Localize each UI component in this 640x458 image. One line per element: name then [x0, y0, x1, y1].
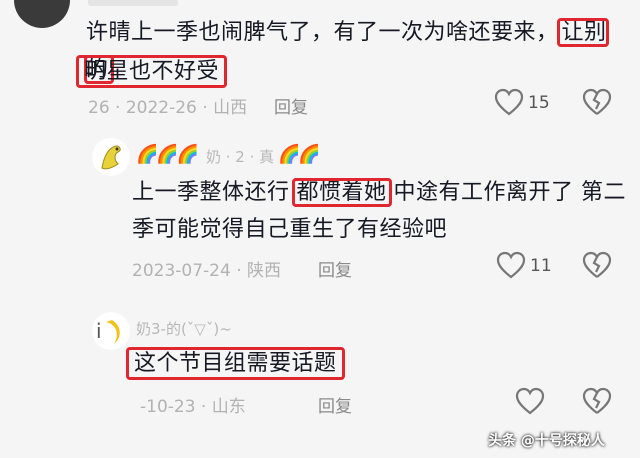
- comment-text-plain: 中途有工作离开了 第二: [393, 180, 627, 205]
- heart-outline-icon[interactable]: [515, 387, 545, 415]
- highlight-box: 都惯着她: [291, 178, 392, 207]
- comment-text: 这个节目组需要话题: [126, 345, 345, 382]
- highlight-box: 明星也不好受: [75, 55, 228, 88]
- username: 奶3-的(ˇ▽ˇ)~: [136, 320, 232, 338]
- avatar[interactable]: i: [92, 312, 130, 350]
- reply-button[interactable]: 回复: [318, 392, 352, 417]
- comment-text-line2: 明星也不好受: [75, 53, 228, 90]
- like-count: 15: [528, 93, 550, 113]
- comment-date: 2023-07-24 · 陕西: [132, 261, 282, 281]
- reply-button[interactable]: 回复: [318, 256, 352, 281]
- rainbow-emoji-icon: 🌈🌈: [278, 144, 321, 165]
- svg-text:i: i: [96, 319, 102, 343]
- broken-heart-icon[interactable]: [582, 387, 612, 415]
- comment-text: 上一季整体还行 都惯着她 中途有工作离开了 第二: [132, 174, 632, 211]
- broken-heart-icon[interactable]: [582, 88, 612, 116]
- username: 奶 · 2 · 真: [206, 148, 275, 166]
- like-count: 11: [530, 256, 552, 276]
- heart-outline-icon[interactable]: [494, 88, 524, 116]
- broken-heart-icon[interactable]: [582, 251, 612, 279]
- comment-text-plain: 上一季整体还行: [132, 180, 290, 205]
- comment-date: -10-23 · 山东: [140, 397, 246, 417]
- comment-text-line2: 季可能觉得自己重生了有经验吧: [132, 217, 448, 242]
- avatar[interactable]: [14, 0, 70, 28]
- avatar[interactable]: [92, 138, 130, 176]
- highlight-box: 这个节目组需要话题: [126, 347, 345, 380]
- comment-text-plain: 许晴上一季也闹脾气了，有了一次为啥还要来，: [86, 20, 559, 45]
- heart-outline-icon[interactable]: [496, 251, 526, 279]
- watermark: 头条 @十号探秘人: [488, 433, 605, 449]
- rainbow-emoji-icon: 🌈🌈🌈: [136, 144, 199, 165]
- reply-button[interactable]: 回复: [274, 93, 308, 118]
- comment-date: 26 · 2022-26 · 山西: [88, 98, 248, 118]
- username-fragment: [88, 0, 178, 6]
